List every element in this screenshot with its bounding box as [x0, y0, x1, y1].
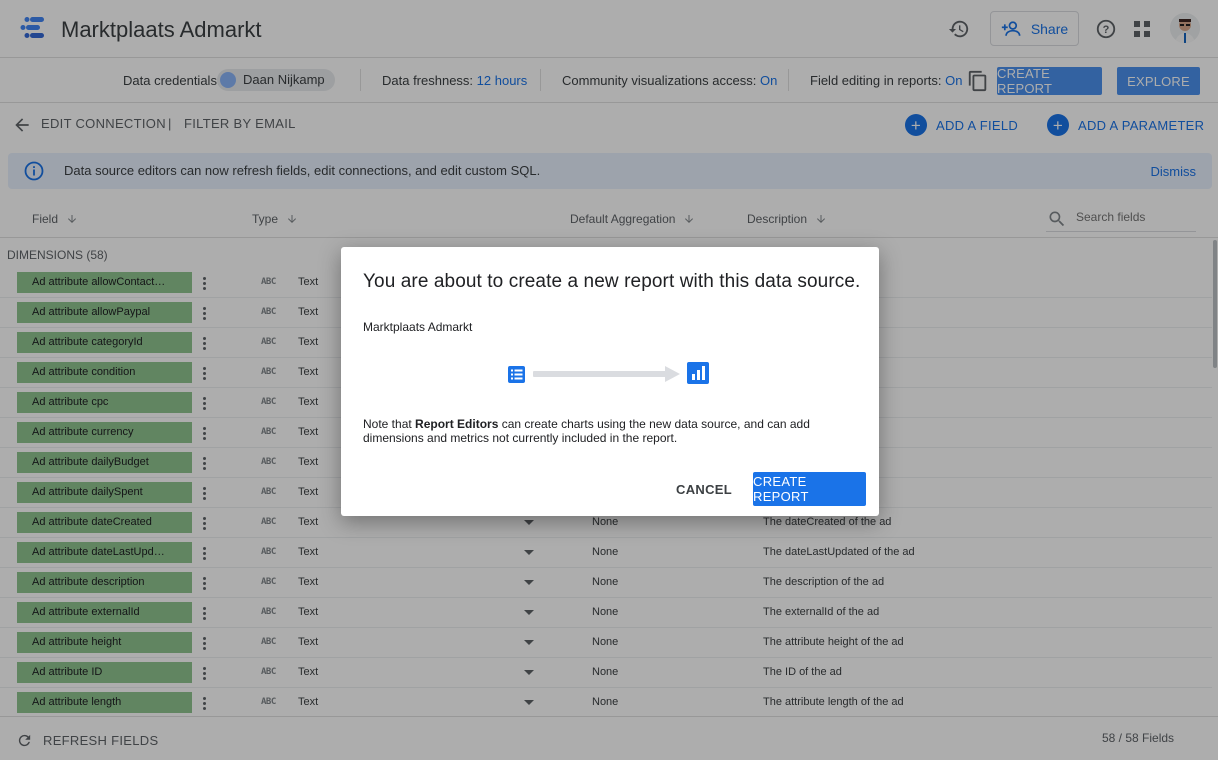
datasource-icon [508, 366, 525, 383]
note-text: Note that [363, 417, 416, 431]
report-chart-icon [687, 362, 709, 384]
note-emphasis: Report Editors [415, 417, 499, 431]
dialog-note: Note that Report Editors can create char… [363, 417, 843, 445]
dialog-datasource-name: Marktplaats Admarkt [363, 320, 473, 334]
datasource-to-report-illustration [508, 362, 709, 384]
dialog-title: You are about to create a new report wit… [363, 271, 861, 292]
arrow-right-icon [533, 366, 680, 382]
create-report-dialog: You are about to create a new report wit… [341, 247, 879, 516]
create-report-confirm-button[interactable]: CREATE REPORT [753, 472, 866, 506]
cancel-button[interactable]: CANCEL [674, 473, 734, 505]
